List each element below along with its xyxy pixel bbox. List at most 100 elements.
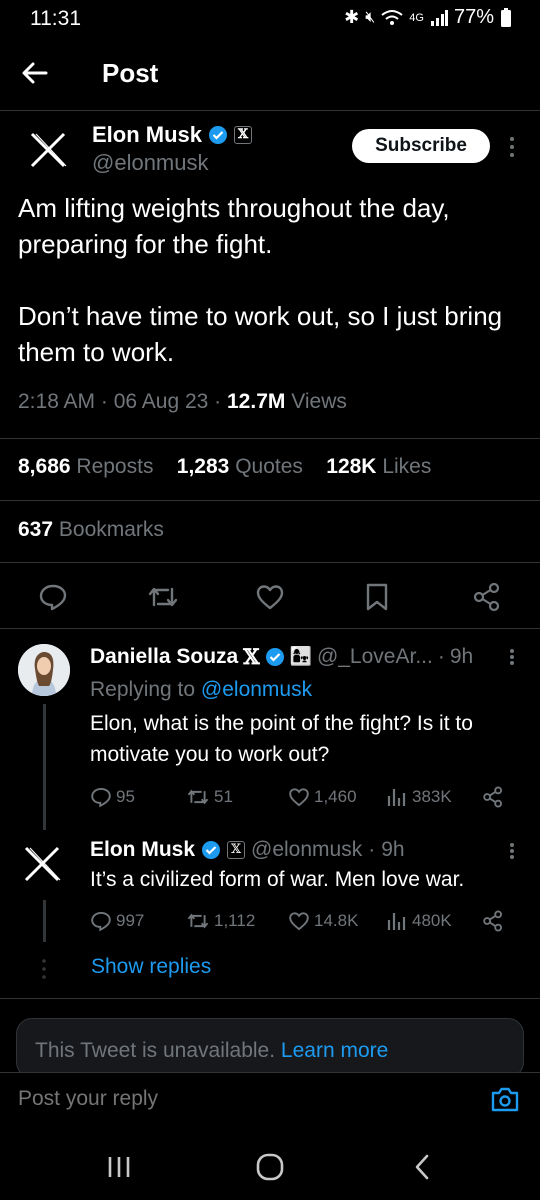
likes-count: 128K: [326, 455, 377, 478]
bookmarks-label: Bookmarks: [58, 518, 164, 541]
repost-button[interactable]: 51: [186, 786, 233, 808]
like-button[interactable]: [255, 582, 285, 612]
post-meta: 2:18 AM · 06 Aug 23 · 12.7M Views: [18, 390, 347, 413]
views-button[interactable]: 383K: [386, 786, 452, 808]
more-options-icon[interactable]: [500, 130, 524, 164]
views-button[interactable]: 480K: [386, 910, 452, 932]
divider: [0, 562, 540, 563]
bluetooth-icon: ✱: [344, 7, 360, 27]
share-icon: [473, 582, 500, 612]
subscribe-button[interactable]: Subscribe: [352, 129, 490, 163]
back-button[interactable]: [20, 58, 60, 94]
back-nav-button[interactable]: [408, 1152, 448, 1182]
post-time[interactable]: 2:18 AM: [18, 390, 95, 413]
reply-text: Elon, what is the point of the fight? Is…: [90, 712, 473, 766]
battery-percent: 77%: [453, 6, 494, 28]
learn-more-link[interactable]: Learn more: [281, 1039, 388, 1062]
divider: [0, 438, 540, 439]
unavailable-text: This Tweet is unavailable.: [35, 1039, 276, 1062]
home-button[interactable]: [254, 1152, 294, 1182]
recent-apps-icon: [108, 1157, 130, 1177]
camera-icon: [491, 1087, 519, 1112]
author-handle[interactable]: @elonmusk: [92, 150, 209, 176]
people-icon: 👩‍👧︎: [289, 646, 312, 666]
camera-button[interactable]: [490, 1085, 522, 1115]
status-bar: 11:31 ✱ 🔇︎ 4G 77%: [0, 0, 540, 40]
replying-to-handle[interactable]: @elonmusk: [201, 678, 312, 701]
views-label: Views: [291, 390, 347, 413]
page-title: Post: [102, 58, 159, 88]
system-nav-bar: [0, 1130, 540, 1200]
reply-icon: [39, 584, 67, 611]
like-count: 14.8K: [314, 911, 359, 930]
network-type: 4G: [409, 11, 424, 24]
verified-badge-icon: [265, 647, 284, 666]
replying-to-prefix: Replying to: [90, 678, 196, 701]
x-logo-icon: [30, 132, 67, 168]
repost-button[interactable]: 1,112: [186, 910, 255, 932]
bookmark-button[interactable]: [364, 582, 394, 612]
signal-icon: [430, 9, 448, 26]
x-affiliate-badge-icon: 𝕏: [227, 841, 246, 859]
reply-composer: [0, 1072, 540, 1128]
battery-icon: [500, 7, 512, 28]
repost-icon: [187, 789, 209, 805]
more-options-icon[interactable]: [500, 644, 524, 674]
share-icon: [483, 786, 503, 808]
post-text: Am lifting weights throughout the day, p…: [18, 193, 503, 367]
reply-button[interactable]: 997: [90, 910, 144, 932]
views-count: 383K: [412, 787, 452, 806]
share-button[interactable]: [482, 786, 504, 808]
reply-author-handle[interactable]: @_LoveAr...: [317, 645, 433, 669]
mute-icon: 🔇︎: [365, 8, 376, 26]
x-badge-icon: 𝕏: [243, 644, 260, 669]
header: Post: [0, 50, 540, 100]
reply-author-handle[interactable]: @elonmusk: [251, 838, 362, 862]
reply-button[interactable]: [38, 582, 68, 612]
author-name[interactable]: Elon Musk 𝕏: [92, 122, 253, 148]
repost-button[interactable]: [147, 582, 178, 612]
reply-avatar[interactable]: [20, 842, 68, 890]
verified-badge-icon: [209, 126, 228, 144]
reply-button[interactable]: 95: [90, 786, 135, 808]
like-button[interactable]: 1,460: [288, 786, 357, 808]
heart-icon: [256, 585, 284, 610]
unavailable-tweet-card: This Tweet is unavailable. Learn more: [16, 1018, 524, 1078]
likes-stat[interactable]: 128K Likes: [326, 455, 431, 478]
reposts-stat[interactable]: 8,686 Reposts: [18, 455, 153, 478]
share-button[interactable]: [472, 582, 502, 612]
reply-avatar[interactable]: [18, 644, 70, 696]
reposts-label: Reposts: [76, 455, 154, 478]
home-icon: [256, 1153, 284, 1181]
share-button[interactable]: [482, 910, 504, 932]
post-date[interactable]: 06 Aug 23: [114, 390, 209, 413]
bookmarks-stat[interactable]: 637 Bookmarks: [18, 518, 164, 542]
author-avatar[interactable]: [26, 128, 76, 178]
reply-header: Elon Musk 𝕏 @elonmusk · 9h: [90, 838, 405, 862]
like-button[interactable]: 14.8K: [288, 910, 358, 932]
unavailable-message: This Tweet is unavailable. Learn more: [35, 1039, 388, 1063]
reply-header: Daniella Souza 𝕏 👩‍👧︎ @_LoveAr... · 9h: [90, 644, 474, 669]
likes-label: Likes: [382, 455, 432, 478]
thread-dots: [42, 958, 46, 980]
reply-author-name[interactable]: Elon Musk: [90, 838, 195, 862]
recent-apps-button[interactable]: [104, 1152, 144, 1182]
heart-icon: [289, 912, 309, 931]
reply-icon: [91, 911, 111, 932]
views-count: 480K: [412, 911, 452, 930]
like-count: 1,460: [314, 787, 357, 806]
more-options-icon[interactable]: [500, 838, 524, 868]
reply-input[interactable]: [18, 1087, 438, 1111]
heart-icon: [289, 788, 309, 807]
share-icon: [483, 910, 503, 932]
reply-author-name[interactable]: Daniella Souza: [90, 645, 238, 669]
chevron-left-icon: [415, 1154, 429, 1180]
status-time: 11:31: [30, 7, 81, 30]
divider: [0, 998, 540, 999]
show-replies-link[interactable]: Show replies: [91, 955, 211, 979]
repost-count: 1,112: [214, 911, 256, 930]
post-actions: [0, 574, 540, 618]
divider: [0, 500, 540, 501]
reply-count: 997: [116, 911, 145, 930]
quotes-stat[interactable]: 1,283 Quotes: [177, 455, 303, 478]
